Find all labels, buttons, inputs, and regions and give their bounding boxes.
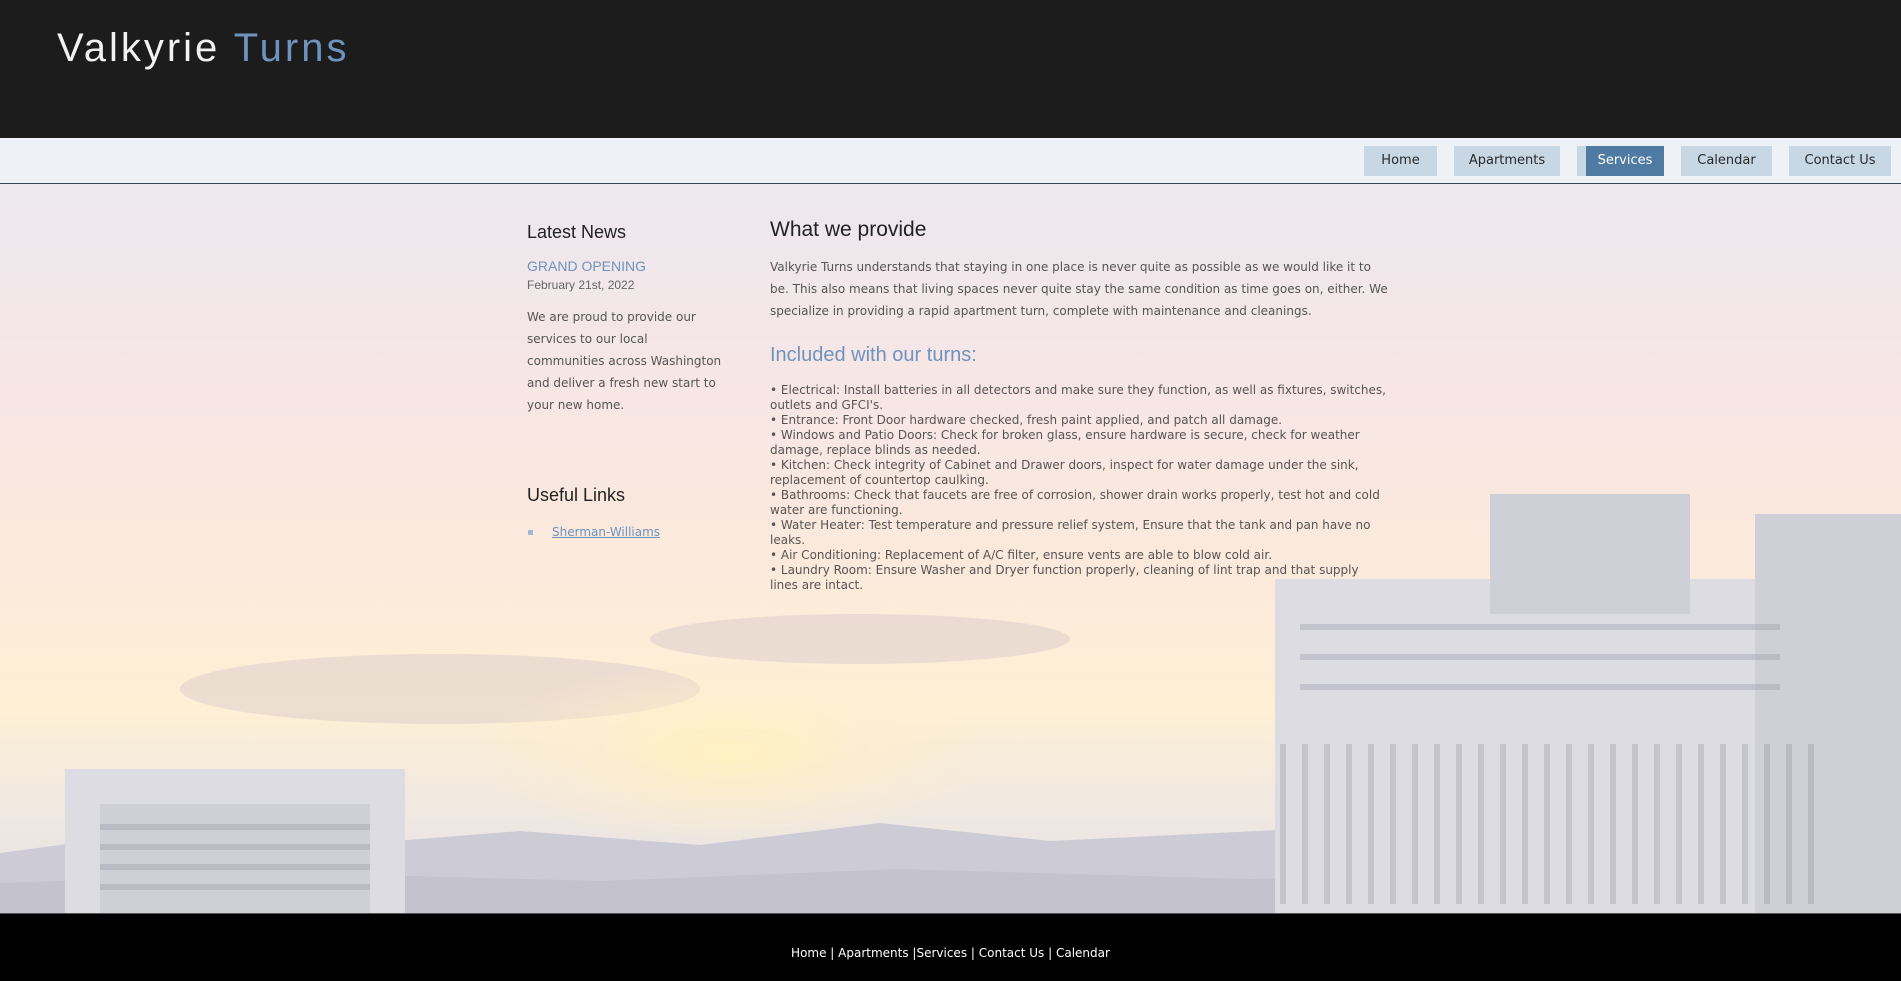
included-heading: Included with our turns: bbox=[770, 344, 977, 366]
logo-text-turns: Turns bbox=[233, 26, 350, 70]
intro-paragraph: Valkyrie Turns understands that staying … bbox=[770, 260, 1388, 318]
list-item: • Bathrooms: Check that faucets are free… bbox=[770, 488, 1380, 517]
main-content: What we provide Valkyrie Turns understan… bbox=[770, 218, 1390, 593]
site-logo[interactable]: Valkyrie Turns bbox=[57, 26, 349, 71]
nav-services[interactable]: Services bbox=[1577, 146, 1664, 176]
logo-text-valkyrie: Valkyrie bbox=[57, 26, 221, 70]
nav-calendar[interactable]: Calendar bbox=[1681, 146, 1772, 176]
list-item: • Water Heater: Test temperature and pre… bbox=[770, 518, 1371, 547]
footer-link-home[interactable]: Home bbox=[791, 946, 826, 960]
footer-link-apartments[interactable]: Apartments bbox=[838, 946, 908, 960]
sidebar: Latest News GRAND OPENING February 21st,… bbox=[527, 220, 727, 539]
background-cloud bbox=[650, 614, 1070, 664]
footer-link-contact-us[interactable]: Contact Us bbox=[979, 946, 1045, 960]
list-item: • Electrical: Install batteries in all d… bbox=[770, 383, 1386, 412]
list-item: • Laundry Room: Ensure Washer and Dryer … bbox=[770, 563, 1359, 592]
site-footer: Home | Apartments |Services | Contact Us… bbox=[0, 913, 1901, 981]
useful-links-heading: Useful Links bbox=[527, 485, 626, 505]
nav-apartments[interactable]: Apartments bbox=[1454, 146, 1560, 176]
nav-contact-us[interactable]: Contact Us bbox=[1789, 146, 1891, 176]
news-date: February 21st, 2022 bbox=[527, 278, 635, 292]
list-item: • Entrance: Front Door hardware checked,… bbox=[770, 413, 1283, 427]
background-building-left-facade bbox=[100, 804, 370, 913]
footer-nav: Home | Apartments |Services | Contact Us… bbox=[791, 946, 1110, 960]
link-sherman-williams[interactable]: Sherman-Williams bbox=[552, 525, 660, 539]
main-nav: Home Apartments Services Calendar Contac… bbox=[0, 138, 1901, 184]
footer-link-calendar[interactable]: Calendar bbox=[1056, 946, 1110, 960]
page-title: What we provide bbox=[770, 218, 927, 241]
list-item: • Kitchen: Check integrity of Cabinet an… bbox=[770, 458, 1359, 487]
list-item: • Windows and Patio Doors: Check for bro… bbox=[770, 428, 1360, 457]
footer-link-services[interactable]: Services bbox=[916, 946, 967, 960]
background-tower bbox=[1490, 494, 1690, 614]
news-title: GRAND OPENING bbox=[527, 258, 647, 274]
included-list: • Electrical: Install batteries in all d… bbox=[770, 383, 1390, 593]
news-body: We are proud to provide our services to … bbox=[527, 310, 722, 412]
main-area: Latest News GRAND OPENING February 21st,… bbox=[0, 184, 1901, 913]
latest-news-heading: Latest News bbox=[527, 222, 627, 242]
nav-home[interactable]: Home bbox=[1364, 146, 1437, 176]
bullet-icon bbox=[528, 530, 533, 535]
list-item: • Air Conditioning: Replacement of A/C f… bbox=[770, 548, 1273, 562]
site-header: Valkyrie Turns bbox=[0, 0, 1901, 138]
